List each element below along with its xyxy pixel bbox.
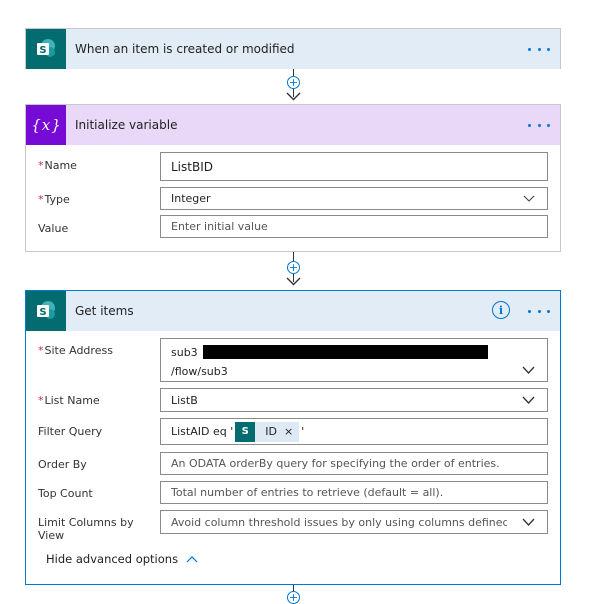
arrow-down-icon	[286, 277, 301, 286]
filter-query-input[interactable]: ListAID eq ' S ID × '	[160, 418, 548, 445]
limit-columns-label: Limit Columns by View	[38, 516, 134, 542]
initialize-variable-card[interactable]: {x} Initialize variable *Name ListBID *T…	[25, 104, 561, 252]
get-items-card[interactable]: S Get items i *Site Address sub3 /flow/s…	[25, 290, 561, 585]
chevron-down-icon	[522, 396, 535, 404]
chevron-up-icon	[186, 555, 198, 562]
name-field[interactable]: ListBID	[160, 152, 548, 181]
type-label: *Type	[38, 193, 70, 206]
sharepoint-icon: S	[26, 291, 66, 331]
order-by-label: Order By	[38, 458, 87, 471]
value-label: Value	[38, 222, 69, 235]
hide-advanced-options-button[interactable]: Hide advanced options	[46, 552, 198, 566]
sharepoint-icon: S	[235, 421, 256, 442]
top-count-label: Top Count	[38, 487, 93, 500]
list-name-dropdown[interactable]: ListB	[160, 388, 548, 412]
site-address-label: *Site Address	[38, 344, 113, 357]
get-items-title: Get items	[75, 304, 134, 318]
value-input[interactable]: Enter initial value	[160, 215, 548, 238]
trigger-title: When an item is created or modified	[75, 42, 295, 56]
get-items-more-button[interactable]	[528, 302, 550, 320]
dynamic-content-token[interactable]: S ID ×	[235, 421, 300, 442]
variable-icon: {x}	[26, 105, 66, 145]
trigger-header[interactable]: S When an item is created or modified	[26, 29, 560, 69]
chevron-down-icon	[523, 195, 535, 202]
type-dropdown[interactable]: Integer	[160, 187, 548, 210]
filter-query-label: Filter Query	[38, 425, 103, 438]
name-label: *Name	[38, 159, 77, 172]
list-name-label: *List Name	[38, 394, 100, 407]
add-step-plus-icon[interactable]: +	[287, 261, 300, 274]
initialize-variable-header[interactable]: {x} Initialize variable	[26, 105, 560, 145]
sharepoint-icon: S	[26, 29, 66, 69]
get-items-header[interactable]: S Get items i	[26, 291, 560, 331]
svg-text:S: S	[39, 45, 46, 56]
order-by-input[interactable]: An ODATA orderBy query for specifying th…	[160, 452, 548, 475]
chevron-down-icon	[522, 366, 535, 374]
add-step-plus-icon[interactable]: +	[287, 76, 300, 89]
site-address-line1: sub3	[171, 345, 198, 359]
info-icon[interactable]: i	[492, 301, 510, 319]
add-step-plus-icon[interactable]: +	[287, 591, 300, 604]
trigger-more-button[interactable]	[528, 40, 550, 58]
site-address-line2: /flow/sub3	[171, 365, 228, 378]
redacted-block	[202, 345, 488, 359]
initialize-variable-more-button[interactable]	[528, 116, 550, 134]
limit-columns-dropdown[interactable]: Avoid column threshold issues by only us…	[160, 510, 548, 534]
arrow-down-icon	[286, 92, 301, 101]
close-icon[interactable]: ×	[284, 425, 293, 438]
svg-text:S: S	[39, 307, 46, 318]
top-count-input[interactable]: Total number of entries to retrieve (def…	[160, 481, 548, 504]
initialize-variable-title: Initialize variable	[75, 118, 178, 132]
chevron-down-icon	[522, 518, 535, 526]
site-address-dropdown[interactable]: sub3 /flow/sub3	[160, 338, 548, 382]
trigger-card[interactable]: S When an item is created or modified	[25, 28, 561, 69]
